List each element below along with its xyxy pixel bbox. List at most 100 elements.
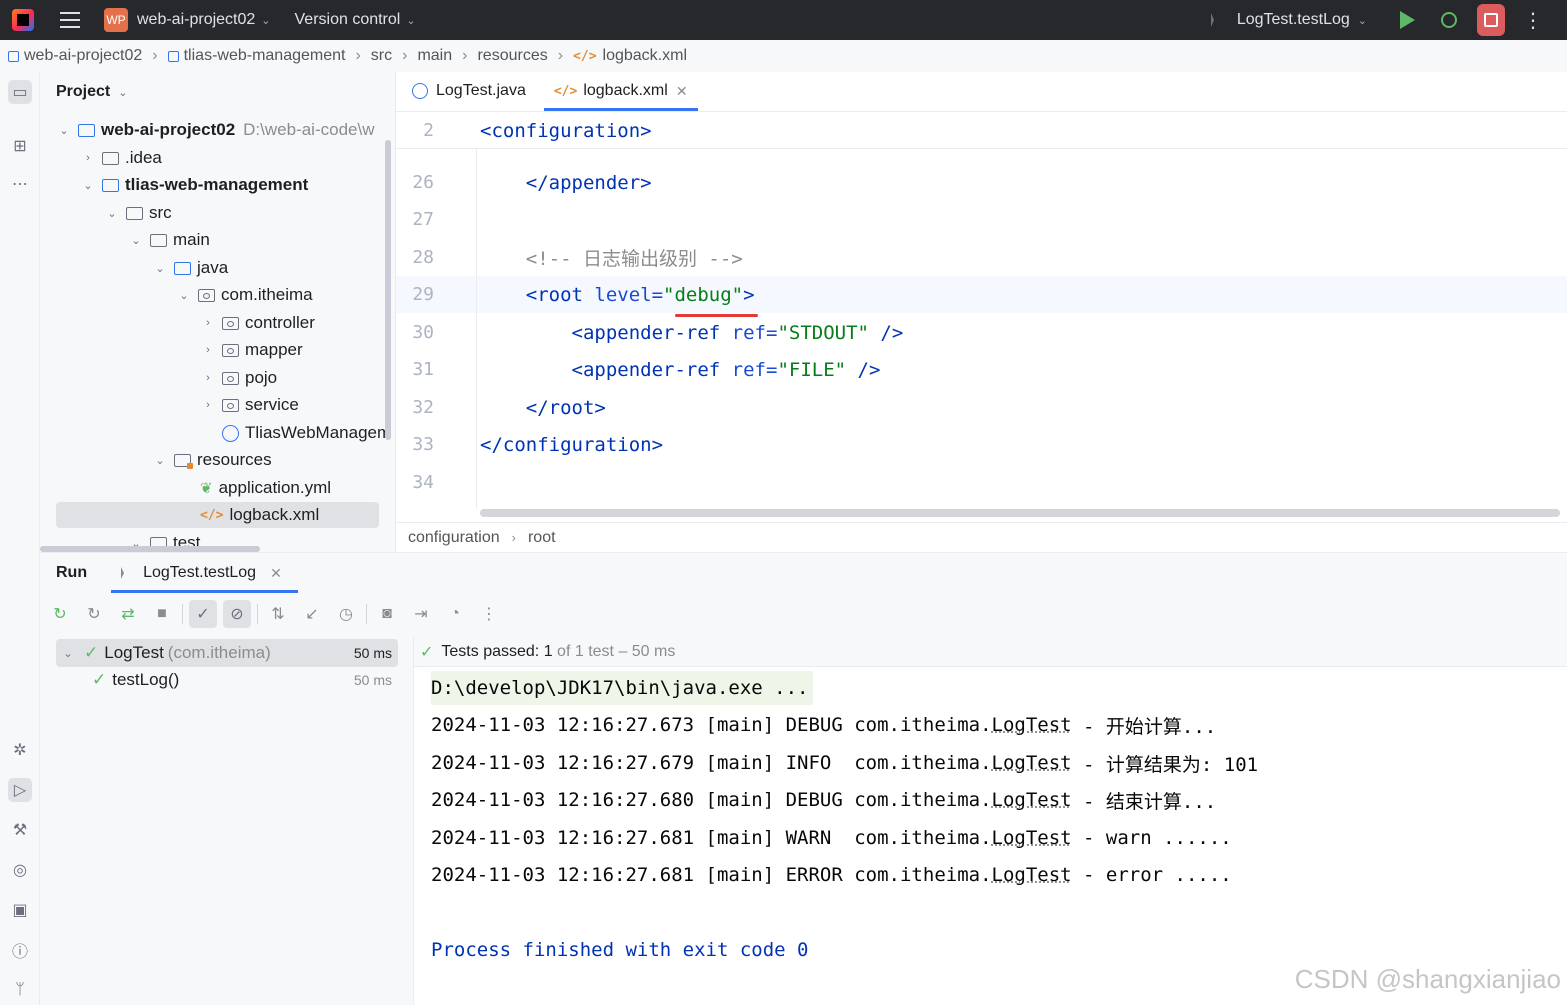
close-icon[interactable]: ✕: [270, 565, 282, 582]
tree-item-idea[interactable]: › .idea: [80, 145, 162, 171]
log-prefix: 2024-11-03 12:16:27.673 [main] DEBUG com…: [431, 714, 992, 736]
breadcrumb-item[interactable]: web-ai-project02: [24, 47, 142, 65]
toggle-auto-test-icon[interactable]: ⇄: [114, 600, 142, 628]
terminal-icon[interactable]: ▣: [8, 898, 32, 922]
tree-item-application-class[interactable]: TliasWebManagem: [222, 420, 391, 446]
tree-item-main[interactable]: ⌄ main: [128, 227, 209, 253]
breadcrumb-item[interactable]: main: [417, 47, 452, 65]
tree-item-label: java: [197, 258, 229, 277]
project-panel-header[interactable]: Project ⌄: [40, 72, 395, 112]
more-tools-icon[interactable]: ⋯: [8, 172, 32, 196]
log-class-link[interactable]: LogTest: [992, 789, 1072, 811]
run-toolbar: ↻ ↻ ⇄ ■ ✓ ⊘ ⇅ ↙ ◷ ◙ ⇥ ◔ ⋮: [40, 593, 1567, 635]
tree-item-src[interactable]: ⌄ src: [104, 200, 171, 226]
xml-file-icon: </>: [573, 48, 597, 64]
show-passed-icon[interactable]: ✓: [189, 600, 217, 628]
close-icon[interactable]: ✕: [676, 83, 688, 100]
services-bug-icon[interactable]: ✲: [8, 738, 32, 762]
more-options-icon[interactable]: ⋮: [475, 600, 503, 628]
chevron-down-icon: ⌄: [1357, 14, 1367, 27]
structure-icon[interactable]: ⊞: [8, 134, 32, 158]
code-line-current: 29 <root level="debug">: [396, 276, 1567, 313]
tree-item-logback-xml[interactable]: </> logback.xml: [56, 502, 379, 528]
build-hammer-icon[interactable]: ⚒: [8, 818, 32, 842]
module-icon: [167, 50, 179, 62]
code-line: 27: [396, 201, 1567, 238]
stop-button[interactable]: [1477, 4, 1505, 36]
test-name: LogTest: [104, 643, 164, 662]
breadcrumb-item[interactable]: tlias-web-management: [184, 47, 346, 65]
log-class-link[interactable]: LogTest: [992, 752, 1072, 774]
breadcrumb-item[interactable]: resources: [477, 47, 547, 65]
run-config-icon: [121, 567, 135, 579]
tree-item-module[interactable]: ⌄ tlias-web-management: [80, 172, 308, 198]
tree-item-controller[interactable]: › controller: [200, 310, 315, 336]
passed-check-icon: ✓: [420, 643, 434, 661]
run-button[interactable]: [1393, 6, 1421, 34]
breadcrumb: web-ai-project02 › tlias-web-management …: [0, 40, 1567, 72]
test-row-method[interactable]: ✓ testLog() 50 ms: [56, 666, 398, 694]
tab-logback-xml[interactable]: </> logback.xml ✕: [543, 71, 698, 111]
history-clock-icon[interactable]: ◷: [332, 600, 360, 628]
breadcrumb-item[interactable]: logback.xml: [603, 47, 687, 65]
services-icon[interactable]: ◎: [8, 858, 32, 882]
tree-item-application-yml[interactable]: ❦ application.yml: [200, 475, 331, 501]
console-output[interactable]: ✓ Tests passed: 1 of 1 test – 50 ms D:\d…: [413, 637, 1567, 1005]
collapse-icon[interactable]: ↙: [298, 600, 326, 628]
project-path: D:\web-ai-code\w: [243, 120, 375, 139]
editor-breadcrumb-item[interactable]: root: [528, 529, 556, 547]
console-command-line[interactable]: D:\develop\JDK17\bin\java.exe ...: [431, 671, 813, 705]
gauge-icon[interactable]: ◔: [441, 600, 469, 628]
line-number: 2: [423, 120, 434, 141]
sort-icon[interactable]: ⇅: [264, 600, 292, 628]
run-tool-icon[interactable]: ▷: [8, 778, 32, 802]
vertical-scrollbar[interactable]: [385, 140, 391, 440]
run-config-selector[interactable]: LogTest.testLog ⌄: [1210, 11, 1367, 29]
passed-check-icon: ✓: [92, 670, 107, 689]
title-bar: WP web-ai-project02 ⌄ Version control ⌄ …: [0, 0, 1567, 40]
line-number: 30: [412, 322, 434, 343]
tree-item-label: pojo: [245, 368, 278, 387]
test-results-tree: ⌄ ✓ LogTest (com.itheima) 50 ms ✓ testLo…: [40, 637, 413, 1005]
package-icon: [222, 398, 239, 412]
more-options-icon[interactable]: ⋮: [1523, 8, 1543, 33]
vcs-menu[interactable]: Version control: [295, 11, 401, 29]
chevron-down-icon: ⌄: [261, 14, 271, 27]
project-folder-icon[interactable]: ▭: [8, 80, 32, 104]
sticky-scroll-header[interactable]: 2 <configuration>: [396, 113, 1567, 149]
project-name[interactable]: web-ai-project02: [137, 11, 255, 29]
problems-icon[interactable]: ⓘ: [8, 938, 32, 962]
tab-logtest-java[interactable]: LogTest.java: [402, 71, 536, 111]
tree-item-project-root[interactable]: ⌄ web-ai-project02 D:\web-ai-code\w: [56, 117, 374, 143]
tree-item-resources[interactable]: ⌄ resources: [152, 447, 271, 473]
test-row-class[interactable]: ⌄ ✓ LogTest (com.itheima) 50 ms: [56, 639, 398, 667]
console-log-line: 2024-11-03 12:16:27.679 [main] INFO com.…: [431, 746, 1258, 780]
main-menu-icon[interactable]: [60, 12, 80, 28]
tree-item-java[interactable]: ⌄ java: [152, 255, 228, 281]
import-icon[interactable]: ⇥: [407, 600, 435, 628]
log-class-link[interactable]: LogTest: [992, 714, 1072, 736]
code-line: 28 <!-- 日志输出级别 -->: [396, 239, 1567, 276]
show-ignored-icon[interactable]: ⊘: [223, 600, 251, 628]
git-branch-icon[interactable]: ᛘ: [8, 978, 32, 1002]
log-class-link[interactable]: LogTest: [992, 827, 1072, 849]
tree-item-label: mapper: [245, 340, 303, 359]
tree-item-service[interactable]: › service: [200, 392, 299, 418]
tree-item-package[interactable]: ⌄ com.itheima: [176, 282, 312, 308]
editor-breadcrumb-item[interactable]: configuration: [408, 529, 500, 547]
debug-button[interactable]: [1435, 6, 1463, 34]
tree-item-pojo[interactable]: › pojo: [200, 365, 277, 391]
camera-icon[interactable]: ◙: [373, 600, 401, 628]
tree-item-mapper[interactable]: › mapper: [200, 337, 303, 363]
stop-icon[interactable]: ■: [148, 600, 176, 628]
log-prefix: 2024-11-03 12:16:27.681 [main] ERROR com…: [431, 864, 992, 886]
log-class-link[interactable]: LogTest: [992, 864, 1072, 886]
horizontal-scrollbar[interactable]: [480, 509, 1560, 517]
run-tab-logtest[interactable]: LogTest.testLog ✕: [111, 553, 298, 593]
run-panel-header: Run LogTest.testLog ✕: [40, 553, 1567, 593]
breadcrumb-item[interactable]: src: [371, 47, 392, 65]
code-area[interactable]: <appender name="FILE" class="ch.qos.logb…: [396, 113, 1567, 513]
resources-folder-icon: [174, 453, 193, 469]
rerun-failed-icon[interactable]: ↻: [80, 600, 108, 628]
rerun-icon[interactable]: ↻: [46, 600, 74, 628]
